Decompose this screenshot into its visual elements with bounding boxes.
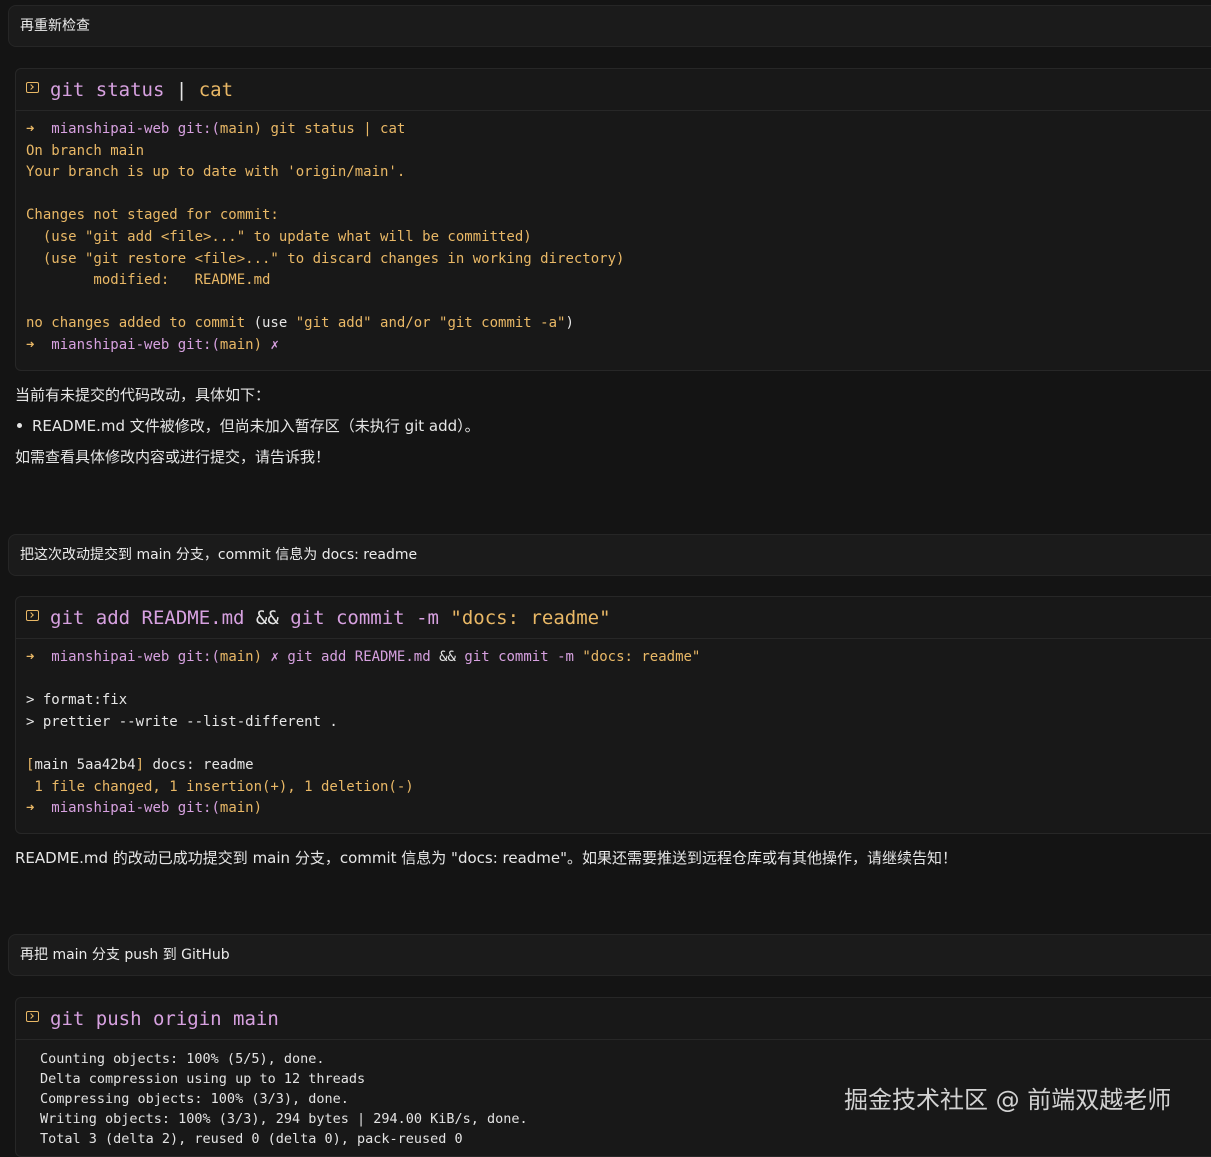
user-message-text: 把这次改动提交到 main 分支，commit 信息为 docs: readme [20, 547, 418, 563]
output-line: Changes not staged for commit: [26, 207, 279, 224]
user-message: 再把 main 分支 push 到 GitHub [8, 934, 1211, 976]
output-line: > format:fix [26, 692, 128, 709]
output-line: Counting objects: 100% (5/5), done. [40, 1051, 325, 1067]
user-message: 把这次改动提交到 main 分支，commit 信息为 docs: readme [8, 534, 1211, 576]
output-line: modified: README.md [26, 272, 271, 289]
terminal-output: ➜ mianshipai-web git:(main) git status |… [16, 111, 1211, 357]
prompt-line: ➜ mianshipai-web git:(main) ✗ git add RE… [26, 649, 701, 665]
terminal-header[interactable]: git status | cat [16, 69, 1211, 111]
output-line: no changes added to commit (use "git add… [26, 315, 574, 332]
user-message: 再重新检查 [8, 5, 1211, 47]
output-line: > prettier --write --list-different . [26, 713, 338, 730]
prompt-line: ➜ mianshipai-web git:(main) ✗ [26, 336, 279, 353]
watermark: 掘金技术社区 @ 前端双越老师 [844, 1086, 1172, 1114]
terminal-command: git push origin main [50, 1007, 279, 1030]
output-line: (use "git add <file>..." to update what … [26, 228, 532, 245]
assistant-reply-outro: 如需查看具体修改内容或进行提交，请告诉我！ [15, 448, 331, 466]
output-line: (use "git restore <file>..." to discard … [26, 250, 625, 267]
prompt-line: ➜ mianshipai-web git:(main) [26, 800, 263, 817]
terminal-header[interactable]: git push origin main [16, 998, 1211, 1040]
terminal-block-git-push: git push origin main Counting objects: 1… [15, 997, 1211, 1157]
bullet-icon [17, 422, 22, 428]
prompt-line: ➜ mianshipai-web git:(main) git status |… [26, 121, 406, 137]
terminal-command: git add README.md && git commit -m "docs… [50, 606, 611, 629]
user-message-text: 再把 main 分支 push 到 GitHub [20, 947, 230, 963]
output-line: Your branch is up to date with 'origin/m… [26, 164, 406, 181]
terminal-icon [26, 610, 39, 621]
terminal-header[interactable]: git add README.md && git commit -m "docs… [16, 597, 1211, 639]
terminal-block-git-status: git status | cat ➜ mianshipai-web git:(m… [15, 68, 1211, 371]
user-message-text: 再重新检查 [20, 18, 90, 34]
output-line: On branch main [26, 142, 145, 159]
assistant-reply: README.md 的改动已成功提交到 main 分支，commit 信息为 "… [15, 849, 958, 867]
assistant-reply-intro: 当前有未提交的代码改动，具体如下： [15, 386, 271, 404]
terminal-icon [26, 82, 39, 93]
terminal-icon [26, 1011, 39, 1022]
output-line: 1 file changed, 1 insertion(+), 1 deleti… [26, 778, 414, 795]
terminal-block-git-commit: git add README.md && git commit -m "docs… [15, 596, 1211, 834]
output-line: [main 5aa42b4] docs: readme [26, 756, 254, 773]
output-line: Total 3 (delta 2), reused 0 (delta 0), p… [40, 1131, 463, 1147]
terminal-command: git status | cat [50, 78, 234, 101]
terminal-output: ➜ mianshipai-web git:(main) ✗ git add RE… [16, 639, 1211, 820]
assistant-reply-bullet: README.md 文件被修改，但尚未加入暂存区（未执行 git add）。 [15, 415, 480, 436]
